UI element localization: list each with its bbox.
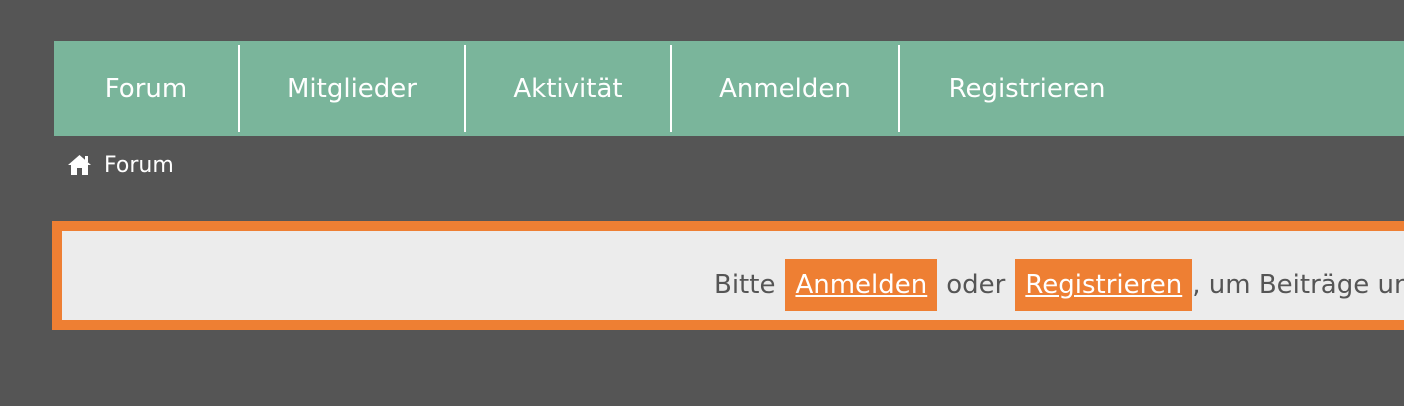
notice-middle: oder [946, 270, 1006, 300]
login-notice-body: Bitte Anmelden oder Registrieren , um Be… [62, 231, 1404, 320]
breadcrumb-forum-link[interactable]: Forum [104, 153, 174, 178]
nav-item-label: Aktivität [513, 73, 623, 104]
nav-item-mitglieder[interactable]: Mitglieder [240, 41, 464, 136]
home-icon[interactable] [67, 154, 92, 176]
nav-item-label: Forum [104, 73, 188, 104]
nav-item-anmelden[interactable]: Anmelden [672, 41, 898, 136]
nav-item-aktivitaet[interactable]: Aktivität [466, 41, 670, 136]
notice-prefix: Bitte [714, 270, 776, 300]
main-nav: Forum Mitglieder Aktivität Anmelden Regi… [54, 41, 1404, 136]
nav-item-label: Anmelden [719, 73, 851, 104]
register-button[interactable]: Registrieren [1015, 259, 1193, 311]
login-button[interactable]: Anmelden [785, 259, 938, 311]
nav-item-registrieren[interactable]: Registrieren [900, 41, 1154, 136]
breadcrumb: Forum [67, 151, 174, 179]
nav-item-label: Registrieren [948, 73, 1106, 104]
login-notice: Bitte Anmelden oder Registrieren , um Be… [52, 221, 1404, 330]
nav-item-forum[interactable]: Forum [54, 41, 238, 136]
login-notice-text: Bitte Anmelden oder Registrieren , um Be… [714, 259, 1404, 311]
notice-suffix: , um Beiträge und [1192, 270, 1404, 300]
nav-item-label: Mitglieder [287, 73, 417, 104]
